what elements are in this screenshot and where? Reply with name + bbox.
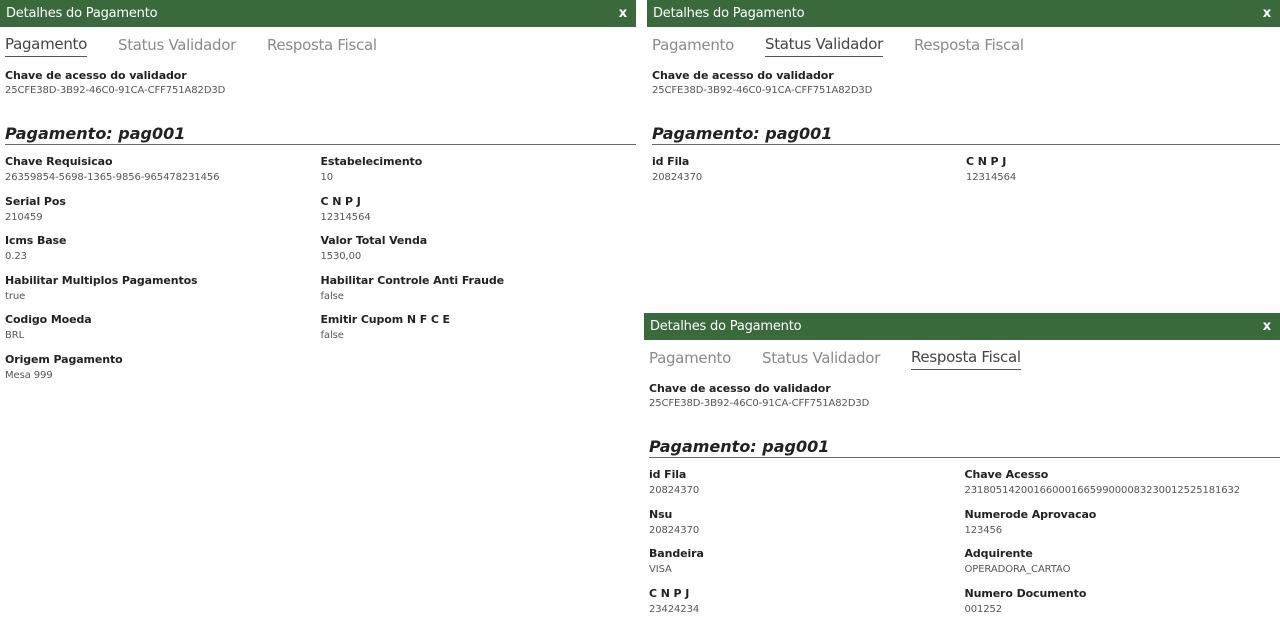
validator-key-value: 25CFE38D-3B92-46C0-91CA-CFF751A82D3D <box>649 398 870 409</box>
close-icon[interactable]: x <box>1260 319 1274 334</box>
field-label: Origem Pagamento <box>5 352 123 366</box>
field-label: Valor Total Venda <box>320 234 428 247</box>
field-value: 12314564 <box>966 172 1017 183</box>
field-value: 20824370 <box>649 524 700 536</box>
field-label: Icms Base <box>5 234 67 247</box>
field-cnpj: C N P J 12314564 <box>966 155 1280 195</box>
field-value: 1530,00 <box>320 251 362 262</box>
field-id-fila: id Fila 20824370 <box>652 155 966 195</box>
field-value: 10 <box>320 172 334 183</box>
field-label: C N P J <box>966 155 1007 168</box>
field-label: Adquirente <box>964 547 1033 560</box>
field-label: Habilitar Controle Anti Fraude <box>320 273 505 287</box>
dialog-titlebar: Detalhes do Pagamento x <box>644 313 1280 340</box>
field-label: Numerode Aprovacao <box>964 507 1097 521</box>
field-label: Nsu <box>649 507 673 521</box>
close-icon[interactable]: x <box>1260 6 1274 21</box>
tab-pagamento[interactable]: Pagamento <box>652 36 734 57</box>
field-value: 123456 <box>964 524 1003 536</box>
tab-status-validador[interactable]: Status Validador <box>118 36 236 57</box>
field-value: 20824370 <box>649 485 700 496</box>
field-label: id Fila <box>652 155 690 168</box>
tab-bar: Pagamento Status Validador Resposta Fisc… <box>647 27 1280 57</box>
dialog-titlebar: Detalhes do Pagamento x <box>0 0 636 27</box>
field-value: 2318051420016600016659900008323001252518… <box>964 485 1241 496</box>
field-serial-pos: Serial Pos 210459 <box>5 195 321 235</box>
field-value: VISA <box>649 564 672 575</box>
field-bandeira: Bandeira VISA <box>649 547 965 587</box>
field-label: Emitir Cupom N F C E <box>320 313 451 326</box>
field-label: Chave Requisicao <box>5 155 113 168</box>
field-label: Habilitar Multiplos Pagamentos <box>5 273 198 287</box>
dialog-title: Detalhes do Pagamento <box>6 6 158 21</box>
field-habilitar-controle-anti-fraude: Habilitar Controle Anti Fraude false <box>321 274 637 314</box>
field-label: Estabelecimento <box>320 155 423 168</box>
field-chave-acesso: Chave Acesso 2318051420016600016659900008… <box>965 468 1280 508</box>
tab-status-validador[interactable]: Status Validador <box>762 349 880 370</box>
field-numero-aprovacao: Numerode Aprovacao 123456 <box>965 508 1280 548</box>
field-value: false <box>320 290 344 302</box>
field-label: Bandeira <box>649 547 704 560</box>
field-numero-documento: Numero Documento 001252 <box>965 587 1280 627</box>
field-cnpj: C N P J 23424234 <box>649 587 965 627</box>
field-value: 0.23 <box>5 251 27 262</box>
validator-key-value: 25CFE38D-3B92-46C0-91CA-CFF751A82D3D <box>5 85 226 96</box>
field-chave-requisicao: Chave Requisicao 26359854-5698-1365-9856-… <box>5 155 321 195</box>
validator-key-label: Chave de acesso do validador <box>652 69 834 82</box>
payment-heading: Pagamento: pag001 <box>652 124 1280 145</box>
field-value: 12314564 <box>320 211 371 223</box>
field-value: 20824370 <box>652 172 703 183</box>
field-emitir-cupom-nfce: Emitir Cupom N F C E false <box>321 313 637 353</box>
field-value: 26359854-5698-1365-9856-965478231456 <box>5 172 220 183</box>
field-value: Mesa 999 <box>5 369 53 381</box>
field-value: 23424234 <box>649 603 700 615</box>
field-value: OPERADORA_CARTAO <box>964 564 1071 575</box>
tab-pagamento[interactable]: Pagamento <box>5 35 87 57</box>
field-icms-base: Icms Base 0.23 <box>5 234 321 274</box>
tab-resposta-fiscal[interactable]: Resposta Fiscal <box>267 36 377 57</box>
validator-key-label: Chave de acesso do validador <box>649 382 831 395</box>
field-value: false <box>320 330 344 341</box>
payment-heading: Pagamento: pag001 <box>5 124 636 145</box>
field-label: Chave Acesso <box>964 468 1049 481</box>
close-icon[interactable]: x <box>616 6 630 21</box>
field-nsu: Nsu 20824370 <box>649 508 965 548</box>
field-estabelecimento: Estabelecimento 10 <box>321 155 637 195</box>
field-label: Serial Pos <box>5 194 66 208</box>
field-label: Codigo Moeda <box>5 313 92 326</box>
fields-grid: id Fila 20824370 C N P J 12314564 <box>647 155 1280 195</box>
field-habilitar-multiplos-pagamentos: Habilitar Multiplos Pagamentos true <box>5 274 321 314</box>
field-adquirente: Adquirente OPERADORA_CARTAO <box>965 547 1280 587</box>
tab-status-validador[interactable]: Status Validador <box>764 35 883 57</box>
payment-heading: Pagamento: pag001 <box>649 437 1280 458</box>
field-valor-total-venda: Valor Total Venda 1530,00 <box>321 234 637 274</box>
payment-details-dialog-resposta-fiscal: Detalhes do Pagamento x Pagamento Status… <box>644 313 1280 636</box>
tab-bar: Pagamento Status Validador Resposta Fisc… <box>644 340 1280 370</box>
field-label: id Fila <box>649 468 687 481</box>
tab-resposta-fiscal[interactable]: Resposta Fiscal <box>914 36 1024 57</box>
fields-grid: id Fila 20824370 Chave Acesso 231805142001… <box>644 468 1280 626</box>
fields-grid: Chave Requisicao 26359854-5698-1365-9856-… <box>0 155 636 392</box>
field-codigo-moeda: Codigo Moeda BRL <box>5 313 321 353</box>
field-cnpj: C N P J 12314564 <box>321 195 637 235</box>
dialog-title: Detalhes do Pagamento <box>653 6 805 21</box>
field-value: BRL <box>5 330 25 341</box>
dialog-titlebar: Detalhes do Pagamento x <box>647 0 1280 27</box>
validator-key-value: 25CFE38D-3B92-46C0-91CA-CFF751A82D3D <box>652 85 873 96</box>
tab-bar: Pagamento Status Validador Resposta Fisc… <box>0 27 636 57</box>
field-label: C N P J <box>649 586 690 600</box>
payment-details-dialog-pagamento: Detalhes do Pagamento x Pagamento Status… <box>0 0 636 636</box>
tab-resposta-fiscal[interactable]: Resposta Fiscal <box>910 348 1021 370</box>
field-label: Numero Documento <box>964 586 1087 600</box>
field-value: true <box>5 290 26 302</box>
dialog-title: Detalhes do Pagamento <box>650 319 802 334</box>
tab-pagamento[interactable]: Pagamento <box>649 349 731 370</box>
field-value: 210459 <box>5 211 43 223</box>
field-value: 001252 <box>964 603 1003 615</box>
field-id-fila: id Fila 20824370 <box>649 468 965 508</box>
payment-details-dialog-status-validador: Detalhes do Pagamento x Pagamento Status… <box>647 0 1280 300</box>
field-origem-pagamento: Origem Pagamento Mesa 999 <box>5 353 321 393</box>
validator-key-label: Chave de acesso do validador <box>5 69 187 82</box>
field-label: C N P J <box>320 194 361 208</box>
